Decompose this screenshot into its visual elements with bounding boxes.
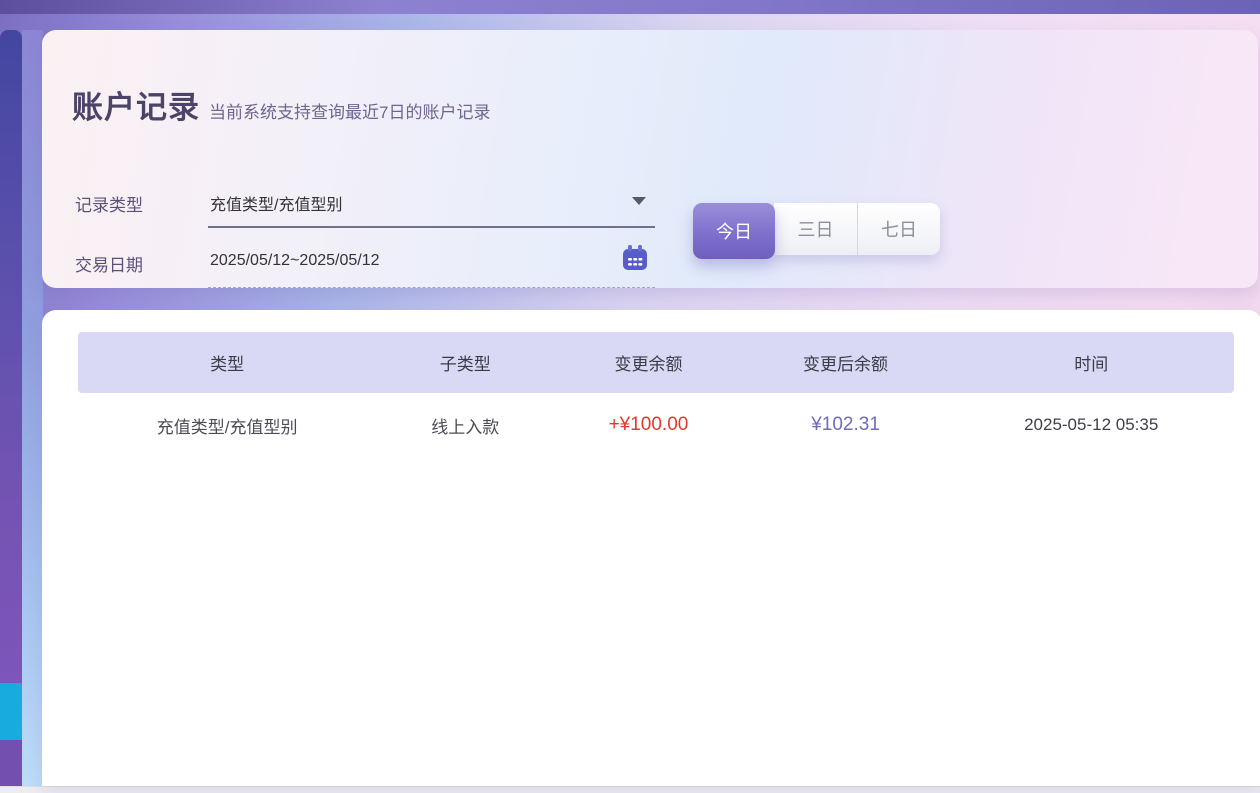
range-button-today[interactable]: 今日 (693, 203, 775, 259)
filters-card: 账户记录 当前系统支持查询最近7日的账户记录 记录类型 充值类型/充值型别 交易… (42, 30, 1258, 288)
header-cell-subtype: 子类型 (376, 350, 554, 375)
range-buttons-inactive: 三日 七日 (774, 203, 940, 255)
left-sidebar-strip-secondary (22, 30, 43, 786)
records-table-card: 类型 子类型 变更余额 变更后余额 时间 充值类型/充值型别 线上入款 +¥10… (42, 310, 1260, 786)
header-cell-type: 类型 (78, 350, 376, 375)
date-range-quick-buttons: 今日 三日 七日 (693, 203, 940, 259)
header-cell-time: 时间 (948, 350, 1234, 375)
range-button-seven-days[interactable]: 七日 (857, 203, 940, 255)
cell-time: 2025-05-12 05:35 (948, 415, 1234, 435)
account-records-page: 账户记录 当前系统支持查询最近7日的账户记录 记录类型 充值类型/充值型别 交易… (0, 0, 1260, 793)
record-type-select[interactable]: 充值类型/充值型别 (208, 180, 655, 228)
left-sidebar-strip (0, 30, 22, 786)
transaction-date-label: 交易日期 (75, 251, 143, 276)
page-title: 账户记录 (72, 82, 200, 127)
calendar-icon[interactable] (620, 243, 650, 273)
table-row: 充值类型/充值型别 线上入款 +¥100.00 ¥102.31 2025-05-… (78, 393, 1234, 457)
cell-balance-after: ¥102.31 (743, 414, 949, 436)
header-cell-balance-after: 变更后余额 (743, 350, 949, 375)
cell-change-amount: +¥100.00 (554, 414, 742, 436)
record-type-label: 记录类型 (75, 191, 143, 216)
date-range-value: 2025/05/12~2025/05/12 (210, 252, 380, 270)
caret-down-icon (632, 197, 646, 205)
page-header: 账户记录 当前系统支持查询最近7日的账户记录 (72, 82, 490, 127)
range-button-three-days[interactable]: 三日 (774, 203, 857, 255)
record-type-value: 充值类型/充值型别 (210, 191, 342, 215)
top-gradient-bar (0, 0, 1260, 14)
cell-type: 充值类型/充值型别 (78, 413, 376, 438)
table-header-row: 类型 子类型 变更余额 变更后余额 时间 (78, 332, 1234, 393)
header-cell-change: 变更余额 (554, 350, 742, 375)
page-subtitle: 当前系统支持查询最近7日的账户记录 (209, 98, 490, 123)
bottom-page-edge (0, 786, 1260, 793)
cell-subtype: 线上入款 (376, 413, 554, 438)
date-range-input[interactable]: 2025/05/12~2025/05/12 (208, 240, 655, 288)
